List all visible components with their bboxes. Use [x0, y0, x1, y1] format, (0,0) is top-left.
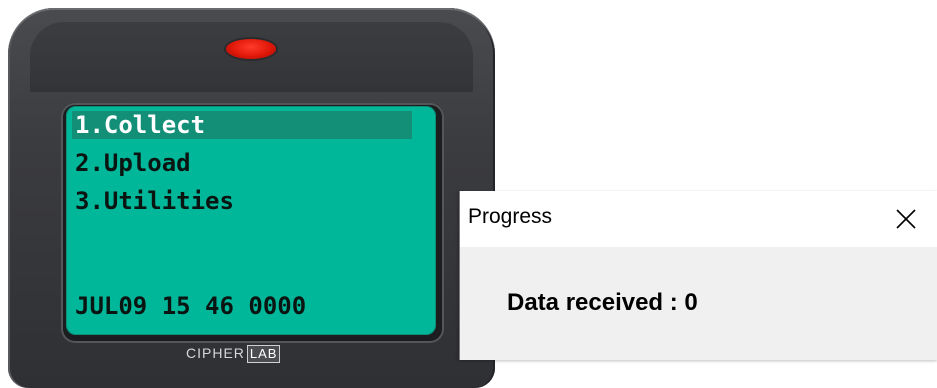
progress-dialog: Progress Data received : 0 [459, 191, 937, 360]
dialog-body: Data received : 0 [460, 247, 937, 360]
close-button[interactable] [874, 191, 937, 247]
brand-logo-box: LAB [246, 345, 281, 363]
brand-logo: CIPHER LAB [186, 345, 281, 367]
device-screen: 1.Collect 2.Upload 3.Utilities JUL09 15 … [66, 106, 436, 335]
menu-item-utilities[interactable]: 3.Utilities [75, 187, 234, 215]
close-icon [896, 209, 916, 229]
dialog-title-bar[interactable]: Progress [460, 191, 937, 247]
brand-logo-text: CIPHER [186, 345, 245, 361]
status-led-icon [226, 39, 276, 59]
data-received-label: Data received : 0 [507, 289, 698, 316]
dialog-title: Progress [468, 205, 553, 228]
menu-item-collect[interactable]: 1.Collect [72, 111, 412, 139]
menu-item-upload[interactable]: 2.Upload [75, 149, 191, 177]
date-time-status: JUL09 15 46 0000 [75, 292, 307, 320]
